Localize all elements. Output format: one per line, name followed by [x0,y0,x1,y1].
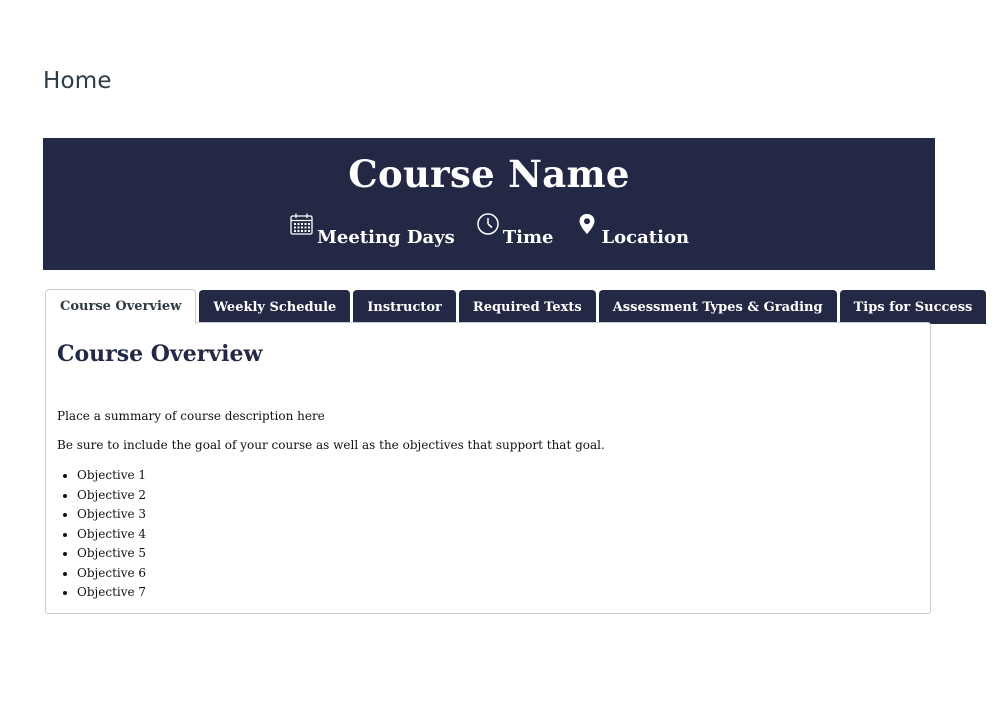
time-item: Time [475,212,554,250]
calendar-icon [289,212,315,238]
list-item: Objective 2 [77,486,146,506]
course-goal-text: Be sure to include the goal of your cour… [57,438,605,452]
tab-course-overview[interactable]: Course Overview [45,289,197,324]
list-item: Objective 7 [77,583,146,603]
meeting-days-label: Meeting Days [316,227,455,248]
tab-tips-for-success[interactable]: Tips for Success [839,290,987,324]
list-item: Objective 6 [77,564,146,584]
list-item: Objective 3 [77,505,146,525]
course-name-title: Course Name [348,152,630,196]
course-tabs: Course Overview Weekly Schedule Instruct… [45,289,989,324]
page-title: Home [43,68,112,94]
tab-weekly-schedule[interactable]: Weekly Schedule [199,290,351,324]
panel-heading: Course Overview [57,341,263,367]
course-banner: Course Name Meeting Days Time Location [43,138,935,270]
location-item: Location [574,212,690,250]
clock-icon [475,212,501,238]
tab-assessment-types-grading[interactable]: Assessment Types & Grading [598,290,837,324]
course-summary-text: Place a summary of course description he… [57,409,325,423]
map-pin-icon [574,212,600,238]
list-item: Objective 4 [77,525,146,545]
tab-required-texts[interactable]: Required Texts [458,290,596,324]
location-label: Location [601,227,690,248]
list-item: Objective 1 [77,466,146,486]
objectives-list: Objective 1 Objective 2 Objective 3 Obje… [57,466,146,603]
list-item: Objective 5 [77,544,146,564]
tab-instructor[interactable]: Instructor [353,290,456,324]
tab-panel-course-overview: Course Overview Place a summary of cours… [45,322,931,614]
time-label: Time [502,227,554,248]
meeting-days-item: Meeting Days [289,212,455,250]
course-meta-row: Meeting Days Time Location [43,210,935,250]
